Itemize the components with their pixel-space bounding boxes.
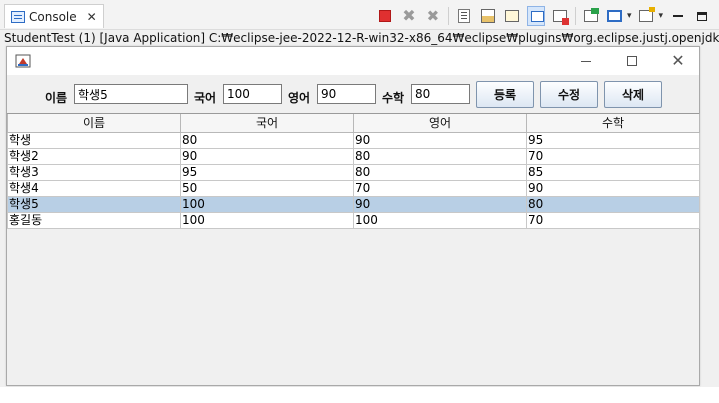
table-row[interactable]: 홍길동 100 100 70: [7, 211, 700, 229]
show-console-stdout-button[interactable]: [526, 6, 545, 26]
minimize-icon: [581, 60, 591, 62]
close-icon: ✕: [671, 51, 685, 70]
remove-all-icon: ✖: [426, 6, 440, 25]
student-table[interactable]: 이름 국어 영어 수학 학생 80 90 95 학생2 90 80 70 학생3…: [7, 114, 700, 229]
cell-name[interactable]: 학생3: [7, 163, 181, 181]
name-input[interactable]: [74, 84, 188, 104]
clear-console-button[interactable]: [455, 7, 473, 25]
english-label: 영어: [288, 91, 311, 105]
cell-math[interactable]: 95: [526, 131, 700, 149]
cell-english[interactable]: 100: [353, 211, 527, 229]
pin-console-button[interactable]: [582, 7, 600, 25]
toolbar-separator: [447, 7, 449, 25]
cell-english[interactable]: 70: [353, 179, 527, 197]
column-header-math[interactable]: 수학: [526, 114, 700, 133]
console-view-header: Console ✕ ✖ ✖ ▾ ▾: [0, 0, 719, 30]
korean-label: 국어: [194, 91, 217, 105]
display-console-dropdown-icon[interactable]: ▾: [627, 11, 632, 21]
window-titlebar[interactable]: ✕: [7, 47, 699, 75]
cell-korean[interactable]: 50: [180, 179, 354, 197]
student-app-window: ✕ 이름 국어 영어 수학 등록 수정 삭제 이름 국어 영어 수학: [6, 46, 700, 386]
remove-icon: ✖: [402, 6, 416, 25]
cell-english[interactable]: 80: [353, 147, 527, 165]
open-console-dropdown-icon[interactable]: ▾: [658, 11, 663, 21]
minimize-view-button[interactable]: [669, 7, 687, 25]
console-toolbar: ✖ ✖ ▾ ▾: [376, 6, 711, 26]
cell-name[interactable]: 학생: [7, 131, 181, 149]
cell-math[interactable]: 70: [526, 211, 700, 229]
cell-korean[interactable]: 100: [180, 195, 354, 213]
show-stdout-icon: [526, 6, 545, 26]
delete-button[interactable]: 삭제: [604, 81, 662, 108]
remove-all-terminated-button[interactable]: ✖: [424, 7, 442, 25]
cell-english[interactable]: 90: [353, 195, 527, 213]
window-maximize-button[interactable]: [609, 47, 655, 75]
cell-name[interactable]: 학생2: [7, 147, 181, 165]
cell-name[interactable]: 학생4: [7, 179, 181, 197]
console-icon: [11, 10, 25, 23]
table-row[interactable]: 학생2 90 80 70: [7, 147, 700, 165]
column-header-english[interactable]: 영어: [353, 114, 527, 133]
console-process-label: StudentTest (1) [Java Application] C:₩ec…: [4, 31, 719, 45]
input-form: 이름 국어 영어 수학 등록 수정 삭제: [7, 80, 699, 110]
maximize-view-button[interactable]: [693, 7, 711, 25]
word-wrap-icon: [504, 10, 519, 22]
cell-english[interactable]: 80: [353, 163, 527, 181]
cell-math[interactable]: 70: [526, 147, 700, 165]
window-close-button[interactable]: ✕: [655, 47, 701, 75]
register-button[interactable]: 등록: [476, 81, 534, 108]
console-output-area[interactable]: [0, 387, 719, 403]
scroll-lock-button[interactable]: [479, 7, 497, 25]
minimize-icon: [673, 15, 683, 17]
maximize-icon: [697, 11, 707, 21]
cell-math[interactable]: 85: [526, 163, 700, 181]
console-tab-label: Console: [29, 9, 77, 24]
clear-console-icon: [457, 9, 470, 23]
column-header-korean[interactable]: 국어: [180, 114, 354, 133]
modify-button[interactable]: 수정: [540, 81, 598, 108]
table-row[interactable]: 학생4 50 70 90: [7, 179, 700, 197]
math-score-input[interactable]: [411, 84, 470, 104]
monitor-icon: [607, 10, 623, 22]
cell-korean[interactable]: 80: [180, 131, 354, 149]
table-row[interactable]: 학생3 95 80 85: [7, 163, 700, 181]
close-tab-icon[interactable]: ✕: [87, 11, 97, 23]
scroll-lock-icon: [480, 9, 495, 23]
cell-korean[interactable]: 90: [180, 147, 354, 165]
toolbar-separator: [574, 7, 576, 25]
korean-score-input[interactable]: [223, 84, 282, 104]
open-console-icon: [639, 10, 654, 22]
cell-math[interactable]: 80: [526, 195, 700, 213]
console-tab[interactable]: Console ✕: [4, 4, 104, 28]
maximize-icon: [627, 56, 637, 66]
column-header-name[interactable]: 이름: [7, 114, 181, 133]
cell-math[interactable]: 90: [526, 179, 700, 197]
display-console-button[interactable]: [606, 7, 624, 25]
name-label: 이름: [45, 91, 68, 105]
table-row-selected[interactable]: 학생5 100 90 80: [7, 195, 700, 213]
cell-korean[interactable]: 100: [180, 211, 354, 229]
remove-launch-button[interactable]: ✖: [400, 7, 418, 25]
window-minimize-button[interactable]: [563, 47, 609, 75]
word-wrap-button[interactable]: [503, 7, 521, 25]
show-stderr-icon: [552, 10, 567, 22]
cell-name[interactable]: 학생5: [7, 195, 181, 213]
table-row[interactable]: 학생 80 90 95: [7, 131, 700, 149]
open-console-button[interactable]: [637, 7, 655, 25]
cell-english[interactable]: 90: [353, 131, 527, 149]
english-score-input[interactable]: [317, 84, 376, 104]
show-console-stderr-button[interactable]: [551, 7, 569, 25]
student-table-scrollpane[interactable]: 이름 국어 영어 수학 학생 80 90 95 학생2 90 80 70 학생3…: [7, 113, 700, 385]
stop-icon: [378, 10, 391, 22]
pin-console-icon: [583, 10, 598, 22]
terminate-button[interactable]: [376, 7, 394, 25]
math-label: 수학: [382, 91, 405, 105]
table-header-row: 이름 국어 영어 수학: [7, 114, 700, 133]
cell-name[interactable]: 홍길동: [7, 211, 181, 229]
java-app-icon: [15, 54, 31, 68]
cell-korean[interactable]: 95: [180, 163, 354, 181]
